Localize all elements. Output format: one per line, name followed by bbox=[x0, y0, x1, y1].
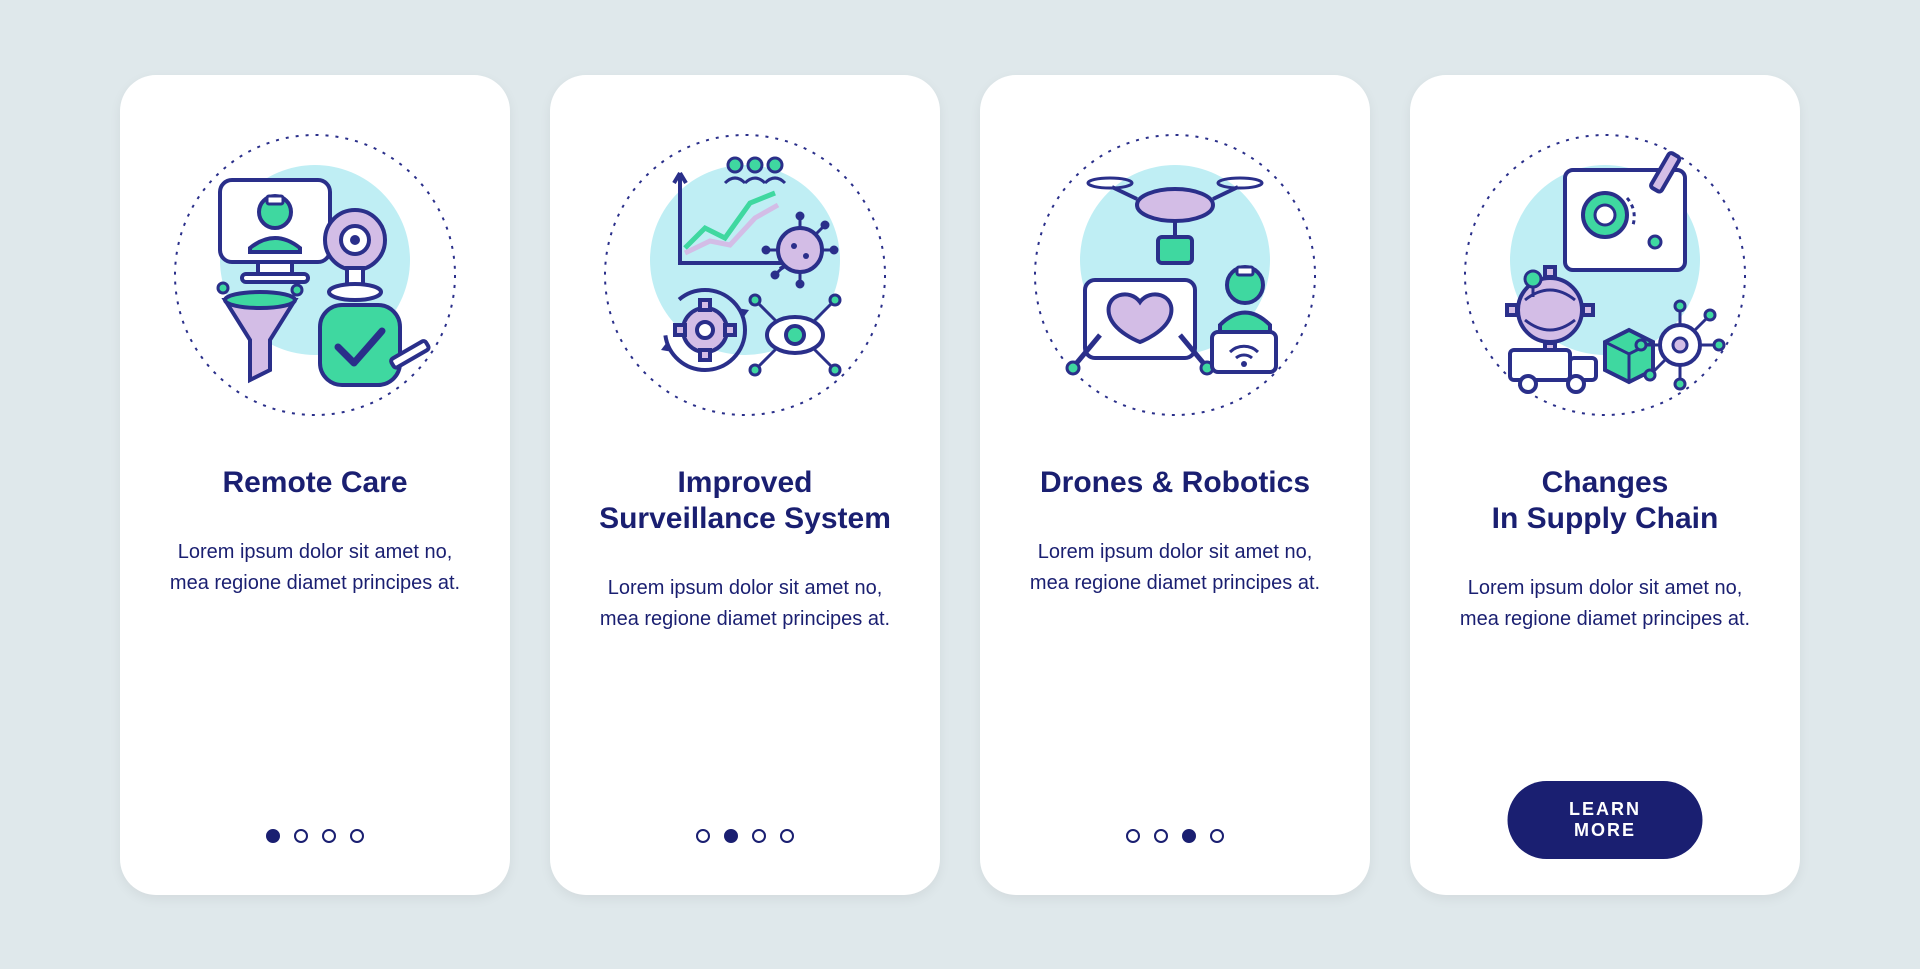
surveillance-icon bbox=[595, 125, 895, 425]
dot-1[interactable] bbox=[266, 829, 280, 843]
dot-1[interactable] bbox=[1126, 829, 1140, 843]
pagination-dots bbox=[120, 829, 510, 843]
dot-3[interactable] bbox=[322, 829, 336, 843]
dot-4[interactable] bbox=[780, 829, 794, 843]
drones-robotics-icon bbox=[1025, 125, 1325, 425]
card-title: Remote Care bbox=[222, 465, 407, 501]
dot-2[interactable] bbox=[294, 829, 308, 843]
card-title: Drones & Robotics bbox=[1040, 465, 1310, 501]
card-desc: Lorem ipsum dolor sit amet no, mea regio… bbox=[586, 573, 904, 635]
onboarding-card-3: Drones & Robotics Lorem ipsum dolor sit … bbox=[980, 75, 1370, 895]
remote-care-icon bbox=[165, 125, 465, 425]
onboarding-card-1: Remote Care Lorem ipsum dolor sit amet n… bbox=[120, 75, 510, 895]
dot-4[interactable] bbox=[350, 829, 364, 843]
onboarding-card-4: Changes In Supply Chain Lorem ipsum dolo… bbox=[1410, 75, 1800, 895]
card-title: Changes In Supply Chain bbox=[1492, 465, 1719, 537]
card-title: Improved Surveillance System bbox=[599, 465, 891, 537]
dot-1[interactable] bbox=[696, 829, 710, 843]
dot-4[interactable] bbox=[1210, 829, 1224, 843]
dot-2[interactable] bbox=[724, 829, 738, 843]
card-desc: Lorem ipsum dolor sit amet no, mea regio… bbox=[156, 537, 474, 599]
dot-3[interactable] bbox=[1182, 829, 1196, 843]
dot-3[interactable] bbox=[752, 829, 766, 843]
pagination-dots bbox=[550, 829, 940, 843]
learn-more-button[interactable]: LEARN MORE bbox=[1508, 781, 1703, 859]
onboarding-card-2: Improved Surveillance System Lorem ipsum… bbox=[550, 75, 940, 895]
supply-chain-icon bbox=[1455, 125, 1755, 425]
card-desc: Lorem ipsum dolor sit amet no, mea regio… bbox=[1446, 573, 1764, 635]
pagination-dots bbox=[980, 829, 1370, 843]
card-desc: Lorem ipsum dolor sit amet no, mea regio… bbox=[1016, 537, 1334, 599]
dot-2[interactable] bbox=[1154, 829, 1168, 843]
